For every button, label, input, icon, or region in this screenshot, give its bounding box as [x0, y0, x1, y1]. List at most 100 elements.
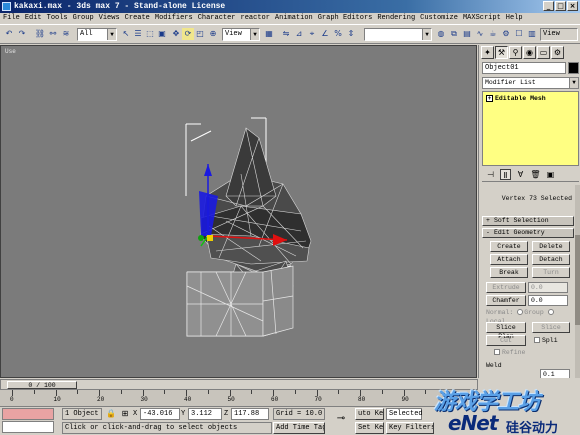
select-by-name-icon[interactable]: ☰: [132, 28, 144, 40]
window-crossing-icon[interactable]: ▣: [156, 28, 168, 40]
extrude-spinner[interactable]: 0.0: [528, 282, 568, 293]
quick-render-icon[interactable]: ⚙: [500, 28, 512, 40]
x-coordinate-field[interactable]: -43.016: [140, 408, 180, 420]
menu-maxscript[interactable]: MAXScript: [463, 13, 501, 24]
select-scale-icon[interactable]: ◰: [194, 28, 206, 40]
add-time-tag-button[interactable]: Add Time Tag: [273, 422, 325, 434]
time-slider-thumb[interactable]: 0 / 100: [7, 381, 77, 389]
cut-button[interactable]: Cut: [486, 335, 526, 346]
select-manipulate-icon[interactable]: ⊕: [207, 28, 219, 40]
auto-key-button[interactable]: uto Key: [355, 408, 384, 420]
menu-group[interactable]: Group: [73, 13, 94, 24]
render-type-icon[interactable]: ▥: [526, 28, 538, 40]
mirror-icon[interactable]: ⇋: [280, 28, 292, 40]
menu-graph-editors[interactable]: Graph Editors: [318, 13, 373, 24]
align-icon[interactable]: ⊿: [293, 28, 305, 40]
menu-file[interactable]: File: [3, 13, 20, 24]
turn-button[interactable]: Turn: [532, 267, 570, 278]
selection-filter-dropdown[interactable]: All ▼: [77, 28, 117, 41]
selected-dropdown[interactable]: Selected: [386, 408, 423, 420]
menu-animation[interactable]: Animation: [275, 13, 313, 24]
display-tab-icon[interactable]: ▭: [537, 46, 550, 59]
stack-item-editable-mesh[interactable]: + Editable Mesh: [485, 94, 546, 103]
maxscript-listener-mini[interactable]: [2, 408, 54, 420]
chamfer-button[interactable]: Chamfer: [486, 295, 526, 306]
view-render-dropdown[interactable]: View: [540, 28, 578, 41]
menu-reactor[interactable]: reactor: [241, 13, 270, 24]
motion-tab-icon[interactable]: ◉: [523, 46, 536, 59]
render-setup-icon[interactable]: ☕: [487, 28, 499, 40]
maximize-button[interactable]: □: [555, 1, 566, 11]
material-editor-icon[interactable]: ◍: [435, 28, 447, 40]
show-end-result-icon[interactable]: Ⅱ: [500, 169, 511, 180]
scroll-thumb[interactable]: [575, 235, 580, 325]
set-key-button[interactable]: Set Key: [355, 422, 384, 434]
command-panel-scrollbar[interactable]: [575, 185, 580, 378]
unlink-icon[interactable]: ⚯: [47, 28, 59, 40]
split-checkbox[interactable]: Spli: [534, 336, 558, 345]
select-object-icon[interactable]: ↖: [120, 28, 132, 40]
lock-selection-icon[interactable]: 🔒: [105, 408, 117, 420]
angle-snap-icon[interactable]: ∠: [319, 28, 331, 40]
curve-editor-icon[interactable]: ∿: [474, 28, 486, 40]
chamfer-spinner[interactable]: 0.0: [528, 295, 568, 306]
named-selection-dropdown[interactable]: ▼: [364, 28, 432, 41]
bind-space-warp-icon[interactable]: ≋: [60, 28, 72, 40]
weld-threshold-spinner[interactable]: 0.1: [540, 369, 570, 378]
key-icon[interactable]: ⊸: [335, 413, 347, 425]
select-move-icon[interactable]: ✥: [170, 28, 182, 40]
modifier-list-dropdown[interactable]: Modifier List ▼: [482, 77, 579, 89]
active-shade-icon[interactable]: ☐: [513, 28, 525, 40]
menu-tools[interactable]: Tools: [47, 13, 68, 24]
slice-plane-button[interactable]: Slice Plan: [486, 322, 526, 340]
pin-stack-icon[interactable]: ⊣: [485, 169, 496, 180]
configure-sets-icon[interactable]: ▣: [545, 169, 556, 180]
modify-tab-icon[interactable]: ⚒: [495, 46, 508, 59]
edit-geometry-rollout[interactable]: - Edit Geometry: [482, 228, 574, 238]
utilities-tab-icon[interactable]: ⚙: [551, 46, 564, 59]
undo-icon[interactable]: ↶: [3, 28, 15, 40]
schematic-view-icon[interactable]: ⧉: [448, 28, 460, 40]
group-radio[interactable]: [517, 309, 524, 316]
key-filters-button[interactable]: Key Filters...: [386, 422, 434, 434]
create-button[interactable]: Create: [490, 241, 528, 252]
menu-edit[interactable]: Edit: [25, 13, 42, 24]
expand-icon[interactable]: +: [486, 95, 493, 102]
select-rotate-icon[interactable]: ⟳: [182, 28, 194, 40]
menu-create[interactable]: Create: [125, 13, 150, 24]
create-tab-icon[interactable]: ✦: [481, 46, 494, 59]
minimize-button[interactable]: _: [543, 1, 554, 11]
redo-icon[interactable]: ↷: [16, 28, 28, 40]
ref-coord-dropdown[interactable]: View ▼: [222, 28, 260, 41]
delete-button[interactable]: Delete: [532, 241, 570, 252]
spinner-snap-icon[interactable]: ⇕: [345, 28, 357, 40]
perspective-viewport[interactable]: Use: [0, 45, 477, 378]
soft-selection-rollout[interactable]: + Soft Selection: [482, 216, 574, 226]
close-button[interactable]: ×: [567, 1, 578, 11]
pivot-center-icon[interactable]: ▦: [263, 28, 275, 40]
menu-customize[interactable]: Customize: [420, 13, 458, 24]
refine-checkbox[interactable]: Refine: [494, 348, 525, 357]
menu-views[interactable]: Views: [99, 13, 120, 24]
select-link-icon[interactable]: ⛓: [34, 28, 46, 40]
track-bar[interactable]: 0 10 20 30 40 50 60 70 80 90: [0, 390, 478, 407]
remove-modifier-icon[interactable]: 🗑: [530, 169, 541, 180]
extrude-button[interactable]: Extrude: [486, 282, 526, 293]
make-unique-icon[interactable]: ∀: [515, 169, 526, 180]
hierarchy-tab-icon[interactable]: ⚲: [509, 46, 522, 59]
attach-button[interactable]: Attach: [490, 254, 528, 265]
time-slider[interactable]: 0 / 100: [0, 379, 478, 390]
menu-help[interactable]: Help: [506, 13, 523, 24]
absolute-mode-icon[interactable]: ⊞: [119, 408, 131, 420]
menu-character[interactable]: Character: [198, 13, 236, 24]
mesh-model[interactable]: [1, 46, 477, 378]
object-color-swatch[interactable]: [568, 62, 579, 74]
rect-selection-icon[interactable]: ⬚: [144, 28, 156, 40]
break-button[interactable]: Break: [490, 267, 528, 278]
menu-rendering[interactable]: Rendering: [377, 13, 415, 24]
menu-modifiers[interactable]: Modifiers: [155, 13, 193, 24]
z-coordinate-field[interactable]: 117.88: [231, 408, 269, 420]
object-name-field[interactable]: Object01: [482, 62, 566, 74]
y-coordinate-field[interactable]: 3.112: [188, 408, 222, 420]
local-radio[interactable]: [547, 309, 554, 316]
